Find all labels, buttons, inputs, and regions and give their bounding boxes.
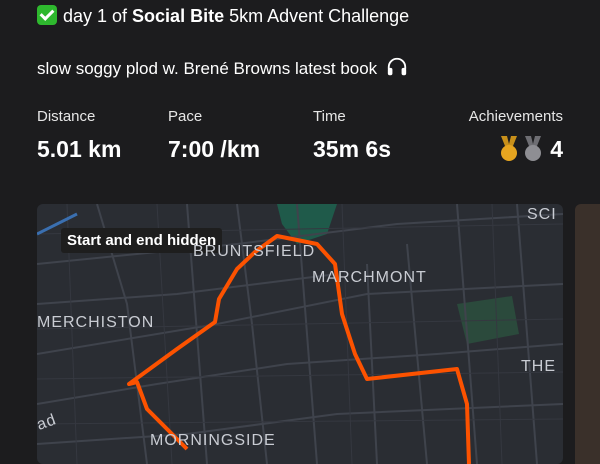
title-suffix: 5km Advent Challenge <box>224 6 410 26</box>
map-label-bruntsfield: BRUNTSFIELD <box>193 243 316 260</box>
stat-value: 5.01 km <box>37 136 122 162</box>
map-label-the: THE <box>521 358 556 375</box>
title-prefix: day 1 of <box>63 6 133 26</box>
stat-distance: Distance 5.01 km <box>37 108 121 163</box>
map-label-sci: SCI <box>527 206 557 223</box>
stat-label: Distance <box>37 108 96 125</box>
route-map[interactable]: Start and end hidden BRUNTSFIELD MARCHMO… <box>37 204 563 464</box>
activity-title: day 1 of Social Bite 5km Advent Challeng… <box>37 5 409 27</box>
achievements[interactable]: Achievements 4 <box>469 108 563 163</box>
headphones-icon <box>387 57 407 76</box>
stat-time: Time 35m 6s <box>313 108 391 163</box>
map-label-morningside: MORNINGSIDE <box>150 432 276 449</box>
description-text: slow soggy plod w. Brené Browns latest b… <box>37 59 378 78</box>
stat-value: 7:00 /km <box>168 136 261 162</box>
stat-value: 35m 6s <box>313 136 392 162</box>
achievements-label: Achievements <box>468 108 563 125</box>
side-photo-thumbnail[interactable] <box>575 204 600 464</box>
silver-medal-icon <box>525 136 542 161</box>
check-mark-icon <box>37 5 57 25</box>
map-label-marchmont: MARCHMONT <box>312 269 427 286</box>
achievements-row: 4 <box>469 135 563 163</box>
stat-label: Pace <box>168 108 203 125</box>
gold-medal-icon <box>501 136 518 161</box>
map-label-merchiston: MERCHISTON <box>37 314 155 331</box>
stat-pace: Pace 7:00 /km <box>168 108 260 163</box>
achievements-count: 4 <box>550 135 563 162</box>
activity-description: slow soggy plod w. Brené Browns latest b… <box>37 56 408 81</box>
stat-label: Time <box>313 108 346 125</box>
title-bold: Social Bite <box>132 6 225 26</box>
